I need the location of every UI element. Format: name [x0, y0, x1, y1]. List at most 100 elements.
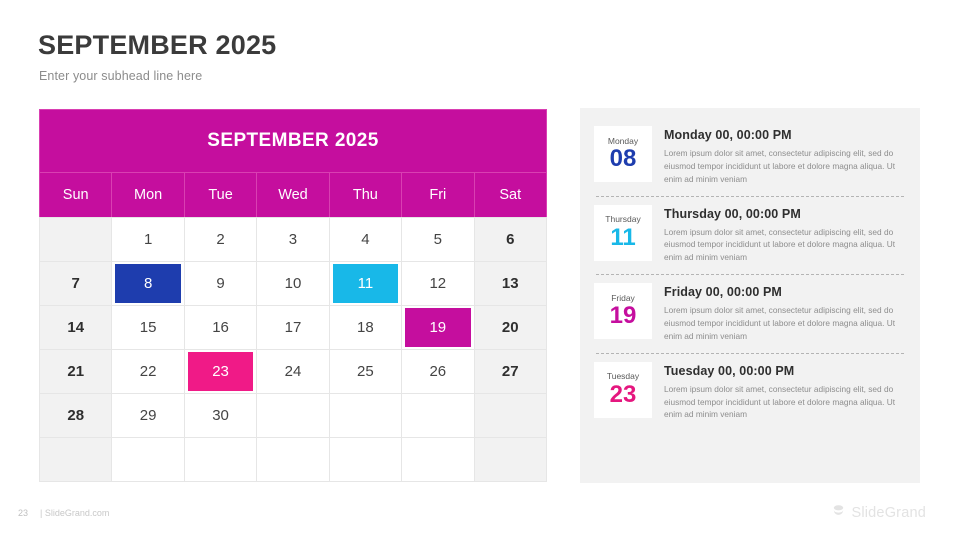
- event-weekday-label: Thursday: [605, 214, 641, 225]
- calendar-day-empty: [473, 393, 547, 438]
- event-date-chip: Thursday 11: [594, 204, 652, 261]
- calendar-day-12[interactable]: 12: [401, 261, 475, 306]
- event-separator: [596, 352, 904, 354]
- slidegrand-disc-icon: [831, 503, 846, 523]
- calendar-week-row: [39, 437, 547, 482]
- calendar-day-empty: [183, 437, 258, 482]
- footer-page-number: 23: [18, 508, 29, 518]
- event-description: Lorem ipsum dolor sit amet, consectetur …: [664, 148, 896, 184]
- event-date-chip: Tuesday 23: [594, 361, 652, 418]
- event-separator: [596, 195, 904, 197]
- calendar-day-15[interactable]: 15: [111, 305, 185, 350]
- calendar-day-2[interactable]: 2: [183, 217, 258, 262]
- calendar-day-10[interactable]: 10: [256, 261, 330, 306]
- calendar-day-9[interactable]: 9: [183, 261, 258, 306]
- calendar-day-empty: [256, 437, 330, 482]
- calendar-week-row: 123456: [39, 217, 547, 262]
- calendar-day-25[interactable]: 25: [328, 349, 403, 394]
- event-body: Friday 00, 00:00 PM Lorem ipsum dolor sit…: [664, 283, 902, 343]
- calendar-weekday-thu: Thu: [328, 173, 403, 218]
- calendar-day-5[interactable]: 5: [401, 217, 475, 262]
- calendar-day-16[interactable]: 16: [183, 305, 258, 350]
- calendar-day-empty: [473, 437, 547, 482]
- calendar-day-1[interactable]: 1: [111, 217, 185, 262]
- calendar-day-17[interactable]: 17: [256, 305, 330, 350]
- calendar-day-8[interactable]: 8: [111, 261, 185, 306]
- calendar-month-header: SEPTEMBER 2025: [39, 109, 547, 173]
- calendar-day-3[interactable]: 3: [256, 217, 330, 262]
- event-body: Tuesday 00, 00:00 PM Lorem ipsum dolor si…: [664, 362, 902, 422]
- footer-site-label: | SlideGrand.com: [40, 508, 110, 518]
- calendar-day-14[interactable]: 14: [39, 305, 113, 350]
- calendar-day-highlight: 8: [115, 264, 181, 303]
- calendar-weekday-mon: Mon: [111, 173, 185, 218]
- event-title: Friday 00, 00:00 PM: [664, 285, 782, 300]
- calendar-day-29[interactable]: 29: [111, 393, 185, 438]
- calendar-week-row: 7 8 9 10 11 12 13: [39, 261, 547, 306]
- calendar-weekday-row: Sun Mon Tue Wed Thu Fri Sat: [39, 173, 547, 218]
- calendar-day-6[interactable]: 6: [473, 217, 547, 262]
- event-day-number: 11: [610, 223, 636, 251]
- event-item[interactable]: Thursday 11 Thursday 00, 00:00 PM Lorem ips…: [594, 199, 906, 272]
- event-description: Lorem ipsum dolor sit amet, consectetur …: [664, 226, 896, 263]
- calendar-weekday-tue: Tue: [183, 173, 258, 218]
- calendar-grid: 1 2 3 4 5 6 7 8 9 10 11 12 13 14 15 16 17 18 19 20 21 22 23 24 2…: [39, 217, 547, 482]
- calendar-week-row: 21 22 23 24 25 26 27: [39, 349, 547, 394]
- event-day-number: 19: [609, 302, 637, 330]
- event-description: Lorem ipsum dolor sit amet, consectetur …: [664, 383, 896, 420]
- event-item[interactable]: Monday 08 Monday 00, 00:00 PM Lorem ipsum d…: [594, 120, 906, 193]
- calendar-month-title: SEPTEMBER 2025: [207, 130, 379, 151]
- event-separator: [596, 274, 904, 276]
- events-panel: Monday 08 Monday 00, 00:00 PM Lorem ipsum d…: [580, 108, 920, 483]
- event-weekday-label: Monday: [607, 135, 639, 146]
- calendar-week-row: 14 15 16 17 18 19 20: [39, 305, 547, 350]
- event-title: Monday 00, 00:00 PM: [664, 128, 792, 142]
- calendar-day-empty: [256, 393, 330, 438]
- brand-logo: SlideGrand: [831, 503, 926, 523]
- calendar-day-23[interactable]: 23: [183, 349, 258, 394]
- page-subhead: Enter your subhead line here: [39, 69, 203, 83]
- event-date-chip: Friday 19: [594, 283, 652, 340]
- event-date-chip: Monday 08: [594, 126, 652, 182]
- calendar-day-7[interactable]: 7: [39, 261, 113, 306]
- calendar-day-13[interactable]: 13: [473, 261, 547, 306]
- calendar-day-11[interactable]: 11: [328, 261, 403, 306]
- calendar-day-empty: [328, 393, 403, 438]
- calendar-weekday-fri: Fri: [401, 173, 475, 218]
- page-title: SEPTEMBER 2025: [38, 30, 277, 60]
- calendar-day-20[interactable]: 20: [473, 305, 547, 350]
- calendar-day-22[interactable]: 22: [111, 349, 185, 394]
- calendar-day-empty: [401, 437, 475, 482]
- event-weekday-label: Tuesday: [606, 371, 640, 382]
- calendar-day-30[interactable]: 30: [183, 393, 258, 438]
- calendar-weekday-sat: Sat: [473, 173, 547, 218]
- calendar-day-27[interactable]: 27: [473, 349, 547, 394]
- brand-name: SlideGrand: [851, 505, 926, 521]
- calendar-day-18[interactable]: 18: [328, 305, 403, 350]
- event-day-number: 23: [609, 380, 637, 408]
- calendar-day-empty: [39, 217, 113, 262]
- event-item[interactable]: Friday 19 Friday 00, 00:00 PM Lorem ipsum d…: [594, 277, 906, 350]
- calendar-day-empty: [328, 437, 403, 482]
- calendar-day-empty: [39, 437, 113, 482]
- calendar: SEPTEMBER 2025 Sun Mon Tue Wed Thu Fri Sat 123…: [39, 109, 547, 482]
- calendar-day-highlight: 23: [187, 352, 254, 391]
- calendar-day-21[interactable]: 21: [39, 349, 113, 394]
- event-description: Lorem ipsum dolor sit amet, consectetur …: [664, 305, 896, 341]
- calendar-day-highlight: 19: [405, 308, 471, 347]
- event-day-number: 08: [609, 145, 637, 173]
- event-body: Thursday 00, 00:00 PM Lorem ipsum dolor s…: [664, 205, 902, 265]
- calendar-day-24[interactable]: 24: [256, 349, 330, 394]
- calendar-day-26[interactable]: 26: [401, 349, 475, 394]
- event-item[interactable]: Tuesday 23 Tuesday 00, 00:00 PM Lorem ipsum…: [594, 356, 906, 429]
- event-title: Tuesday 00, 00:00 PM: [664, 363, 795, 378]
- calendar-week-row: 28 29 30: [39, 393, 547, 438]
- calendar-weekday-wed: Wed: [256, 173, 330, 218]
- calendar-day-28[interactable]: 28: [39, 393, 113, 438]
- calendar-day-empty: [111, 437, 185, 482]
- calendar-day-highlight: 11: [332, 264, 399, 303]
- event-body: Monday 00, 00:00 PM Lorem ipsum dolor sit…: [664, 126, 902, 186]
- calendar-day-19[interactable]: 19: [401, 305, 475, 350]
- event-weekday-label: Friday: [611, 292, 635, 303]
- calendar-day-4[interactable]: 4: [328, 217, 403, 262]
